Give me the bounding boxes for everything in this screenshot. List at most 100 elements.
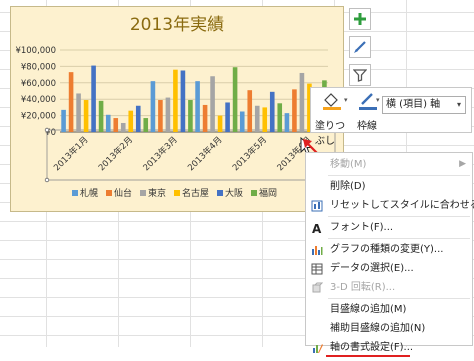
select-data-icon xyxy=(311,263,323,275)
x-tick-label: 2013年2月 xyxy=(96,134,135,173)
x-tick-label: 2013年4月 xyxy=(186,134,225,173)
bar[interactable] xyxy=(143,118,149,132)
menu-separator xyxy=(328,238,470,239)
bar[interactable] xyxy=(165,97,171,132)
menu-item-format-axis[interactable]: 軸の書式設定(F)... xyxy=(306,338,472,357)
outline-button[interactable]: ▾ 枠線 xyxy=(355,90,381,132)
font-icon: A xyxy=(311,222,323,236)
menu-item-rotate-3d[interactable]: 3-D 回転(R)... xyxy=(306,278,472,297)
bar[interactable] xyxy=(188,100,193,132)
menu-item-add-gridlines[interactable]: 目盛線の追加(M) xyxy=(306,300,472,319)
menu-item-font[interactable]: A フォント(F)... xyxy=(306,218,472,237)
menu-item-reset-style[interactable]: リセットしてスタイルに合わせる(A) xyxy=(306,196,474,215)
selection-handle[interactable] xyxy=(44,177,50,183)
legend-label[interactable]: 仙台 xyxy=(114,187,132,199)
legend-label[interactable]: 福岡 xyxy=(259,187,277,199)
chart-element-select-value: 横 (項目) 軸 xyxy=(386,99,441,110)
bar[interactable] xyxy=(76,93,81,132)
bar[interactable] xyxy=(173,69,178,132)
reset-style-icon xyxy=(311,200,323,212)
bar[interactable] xyxy=(217,115,223,132)
menu-item-label: フォント(F)... xyxy=(330,222,394,233)
plus-icon xyxy=(354,13,366,25)
dropdown-arrow-icon: ▾ xyxy=(376,96,380,104)
bar[interactable] xyxy=(150,81,156,132)
chart-elements-button[interactable] xyxy=(349,8,371,30)
chart-type-icon xyxy=(311,244,323,256)
fill-button[interactable]: ▾ 塗りつぶし xyxy=(315,90,355,147)
bar[interactable] xyxy=(120,122,126,132)
y-tick-label: ¥60,000 xyxy=(21,79,56,89)
bar[interactable] xyxy=(61,109,66,132)
x-tick-label: 2013年1月 xyxy=(52,134,91,173)
menu-item-add-minor-gridlines[interactable]: 補助目盛線の追加(N) xyxy=(306,319,472,338)
bar[interactable] xyxy=(68,72,74,132)
rotate-3d-icon xyxy=(311,282,324,294)
legend-label[interactable]: 札幌 xyxy=(80,187,98,199)
bar[interactable] xyxy=(128,110,134,132)
bar[interactable] xyxy=(210,76,215,132)
menu-item-label: 目盛線の追加(M) xyxy=(330,304,407,315)
filter-icon xyxy=(353,69,367,82)
legend-label[interactable]: 東京 xyxy=(148,187,166,199)
y-tick-label: ¥20,000 xyxy=(21,112,56,122)
menu-item-change-chart-type[interactable]: グラフの種類の変更(Y)... xyxy=(306,240,472,259)
menu-item-label: 補助目盛線の追加(N) xyxy=(330,323,426,334)
menu-item-label: グラフの種類の変更(Y)... xyxy=(330,244,444,255)
bar[interactable] xyxy=(180,70,186,133)
selection-handle[interactable] xyxy=(44,127,50,133)
bar[interactable] xyxy=(158,100,163,132)
legend-swatch xyxy=(217,190,223,196)
legend-swatch xyxy=(106,190,112,196)
bar[interactable] xyxy=(247,90,253,132)
bar[interactable] xyxy=(91,65,96,132)
outline-label: 枠線 xyxy=(357,121,377,132)
menu-item-label: リセットしてスタイルに合わせる(A) xyxy=(330,200,474,211)
paint-bucket-icon xyxy=(323,93,341,110)
brush-icon xyxy=(354,41,366,53)
y-tick-label: ¥40,000 xyxy=(21,95,56,105)
bar[interactable] xyxy=(299,72,305,132)
bar[interactable] xyxy=(195,81,200,132)
bar[interactable] xyxy=(105,114,111,132)
pen-outline-icon xyxy=(359,93,377,110)
highlight-underline xyxy=(326,355,410,357)
bar[interactable] xyxy=(225,102,230,132)
bar[interactable] xyxy=(254,105,260,132)
y-tick-label: ¥80,000 xyxy=(21,62,56,72)
bar[interactable] xyxy=(98,100,104,132)
bar[interactable] xyxy=(269,91,275,132)
menu-item-delete[interactable]: 削除(D) xyxy=(306,177,472,196)
menu-item-label: 3-D 回転(R)... xyxy=(330,282,396,293)
bar[interactable] xyxy=(292,89,297,132)
menu-item-move[interactable]: 移動(M) ▶ xyxy=(306,155,472,174)
legend-label[interactable]: 名古屋 xyxy=(182,187,209,199)
mini-format-toolbar: ▾ 塗りつぶし ▾ 枠線 横 (項目) 軸 ▾ xyxy=(310,87,472,147)
submenu-arrow-icon: ▶ xyxy=(459,159,466,169)
menu-item-select-data[interactable]: データの選択(E)... xyxy=(306,259,472,278)
legend-label[interactable]: 大阪 xyxy=(225,187,243,199)
chart-element-select[interactable]: 横 (項目) 軸 ▾ xyxy=(382,96,466,114)
legend-swatch xyxy=(72,190,78,196)
bar[interactable] xyxy=(202,104,208,132)
chart-filters-button[interactable] xyxy=(349,64,371,86)
context-menu: 移動(M) ▶ 削除(D) リセットしてスタイルに合わせる(A) A フォント(F)...… xyxy=(305,152,474,357)
bar[interactable] xyxy=(83,100,89,132)
legend-swatch xyxy=(251,190,257,196)
chart-styles-button[interactable] xyxy=(349,36,371,58)
bar[interactable] xyxy=(135,105,141,132)
y-tick-label: ¥100,000 xyxy=(15,46,56,56)
bar[interactable] xyxy=(284,113,290,132)
bar[interactable] xyxy=(277,103,283,132)
bar[interactable] xyxy=(239,111,245,133)
menu-separator xyxy=(328,298,470,299)
bar[interactable] xyxy=(232,67,238,132)
svg-text:A: A xyxy=(312,222,322,234)
bar[interactable] xyxy=(113,118,119,132)
bar[interactable] xyxy=(262,107,268,132)
menu-item-label: 削除(D) xyxy=(330,181,366,192)
legend-swatch xyxy=(140,190,146,196)
format-axis-icon xyxy=(311,342,323,354)
menu-item-label: 移動(M) xyxy=(330,159,367,170)
x-tick-label: 2013年3月 xyxy=(141,134,180,173)
